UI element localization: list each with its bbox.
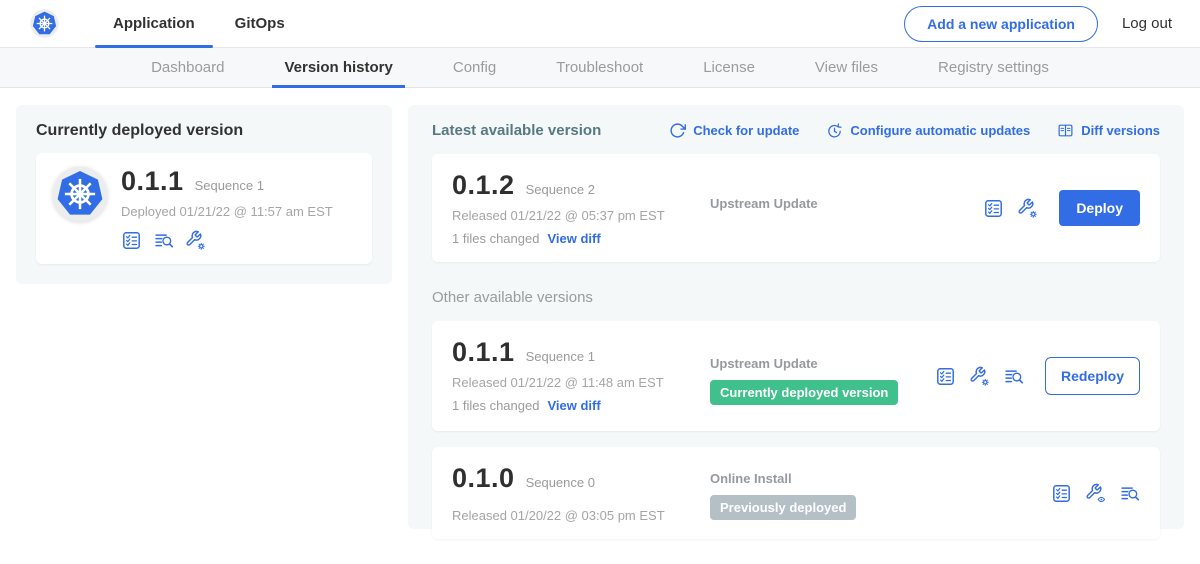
schedule-update-icon [826, 122, 843, 139]
version-history-page: Currently deployed version 0.1.1 Sequenc… [0, 88, 1200, 563]
sequence-label: Sequence 0 [526, 475, 595, 490]
release-notes-checklist-icon[interactable] [121, 230, 142, 251]
tab-application[interactable]: Application [93, 0, 215, 48]
kubernetes-logo-icon [30, 9, 59, 38]
configure-automatic-updates-label: Configure automatic updates [850, 123, 1030, 138]
currently-deployed-title: Currently deployed version [36, 122, 372, 140]
version-source-label: Upstream Update [710, 356, 935, 371]
deployed-timestamp: Deployed 01/21/22 @ 11:57 am EST [121, 204, 333, 219]
logs-search-icon[interactable] [1119, 483, 1140, 504]
subnav-tab-registry-settings[interactable]: Registry settings [908, 48, 1079, 88]
app-logo-icon [52, 166, 108, 222]
version-card-0-1-1: 0.1.1 Sequence 1 Released 01/21/22 @ 11:… [432, 321, 1160, 431]
logs-search-icon[interactable] [153, 230, 174, 251]
files-changed-label: 1 files changed [452, 231, 539, 246]
version-number: 0.1.0 [452, 463, 515, 494]
redeploy-button[interactable]: Redeploy [1045, 357, 1140, 395]
released-timestamp: Released 01/20/22 @ 03:05 pm EST [452, 508, 710, 523]
view-config-wrench-eye-icon[interactable] [1085, 483, 1106, 504]
view-diff-link[interactable]: View diff [547, 231, 600, 246]
logout-button[interactable]: Log out [1122, 15, 1172, 32]
subnav-tab-view-files[interactable]: View files [785, 48, 908, 88]
app-subnav: Dashboard Version history Config Trouble… [0, 48, 1200, 88]
subnav-tab-troubleshoot[interactable]: Troubleshoot [526, 48, 673, 88]
version-source-label: Online Install [710, 471, 1051, 486]
version-card-0-1-0: 0.1.0 Sequence 0 Released 01/20/22 @ 03:… [432, 447, 1160, 539]
edit-config-wrench-gear-icon[interactable] [969, 366, 990, 387]
version-number: 0.1.1 [452, 337, 515, 368]
diff-versions-icon [1057, 122, 1074, 139]
check-for-update-link[interactable]: Check for update [669, 122, 799, 139]
release-notes-checklist-icon[interactable] [983, 198, 1004, 219]
add-application-button[interactable]: Add a new application [904, 6, 1098, 42]
refresh-icon [669, 122, 686, 139]
configure-automatic-updates-link[interactable]: Configure automatic updates [826, 122, 1030, 139]
deployed-version-card: 0.1.1 Sequence 1 Deployed 01/21/22 @ 11:… [36, 153, 372, 264]
diff-versions-link[interactable]: Diff versions [1057, 122, 1160, 139]
sequence-label: Sequence 2 [526, 182, 595, 197]
deployed-sequence-label: Sequence 1 [195, 178, 264, 193]
version-card-0-1-2: 0.1.2 Sequence 2 Released 01/21/22 @ 05:… [432, 154, 1160, 262]
other-available-versions-title: Other available versions [432, 289, 1160, 306]
subnav-tab-dashboard[interactable]: Dashboard [121, 48, 254, 88]
subnav-tab-config[interactable]: Config [423, 48, 526, 88]
release-notes-checklist-icon[interactable] [1051, 483, 1072, 504]
release-notes-checklist-icon[interactable] [935, 366, 956, 387]
check-for-update-label: Check for update [693, 123, 799, 138]
released-timestamp: Released 01/21/22 @ 11:48 am EST [452, 375, 710, 390]
deploy-button[interactable]: Deploy [1059, 190, 1140, 226]
released-timestamp: Released 01/21/22 @ 05:37 pm EST [452, 208, 710, 223]
currently-deployed-panel: Currently deployed version 0.1.1 Sequenc… [16, 105, 392, 284]
tab-gitops[interactable]: GitOps [215, 0, 305, 48]
edit-config-wrench-gear-icon[interactable] [185, 230, 206, 251]
currently-deployed-badge: Currently deployed version [710, 380, 898, 405]
version-number: 0.1.2 [452, 170, 515, 201]
files-changed-label: 1 files changed [452, 398, 539, 413]
latest-available-title: Latest available version [432, 122, 669, 139]
subnav-tab-version-history[interactable]: Version history [254, 48, 422, 88]
version-source-label: Upstream Update [710, 196, 983, 211]
edit-config-wrench-gear-icon[interactable] [1017, 198, 1038, 219]
top-bar: Application GitOps Add a new application… [0, 0, 1200, 48]
previously-deployed-badge: Previously deployed [710, 495, 856, 520]
diff-versions-label: Diff versions [1081, 123, 1160, 138]
available-versions-panel: Latest available version Check for updat… [408, 105, 1184, 529]
subnav-tab-license[interactable]: License [673, 48, 785, 88]
logs-search-icon[interactable] [1003, 366, 1024, 387]
sequence-label: Sequence 1 [526, 349, 595, 364]
deployed-version-number: 0.1.1 [121, 166, 184, 197]
view-diff-link[interactable]: View diff [547, 398, 600, 413]
